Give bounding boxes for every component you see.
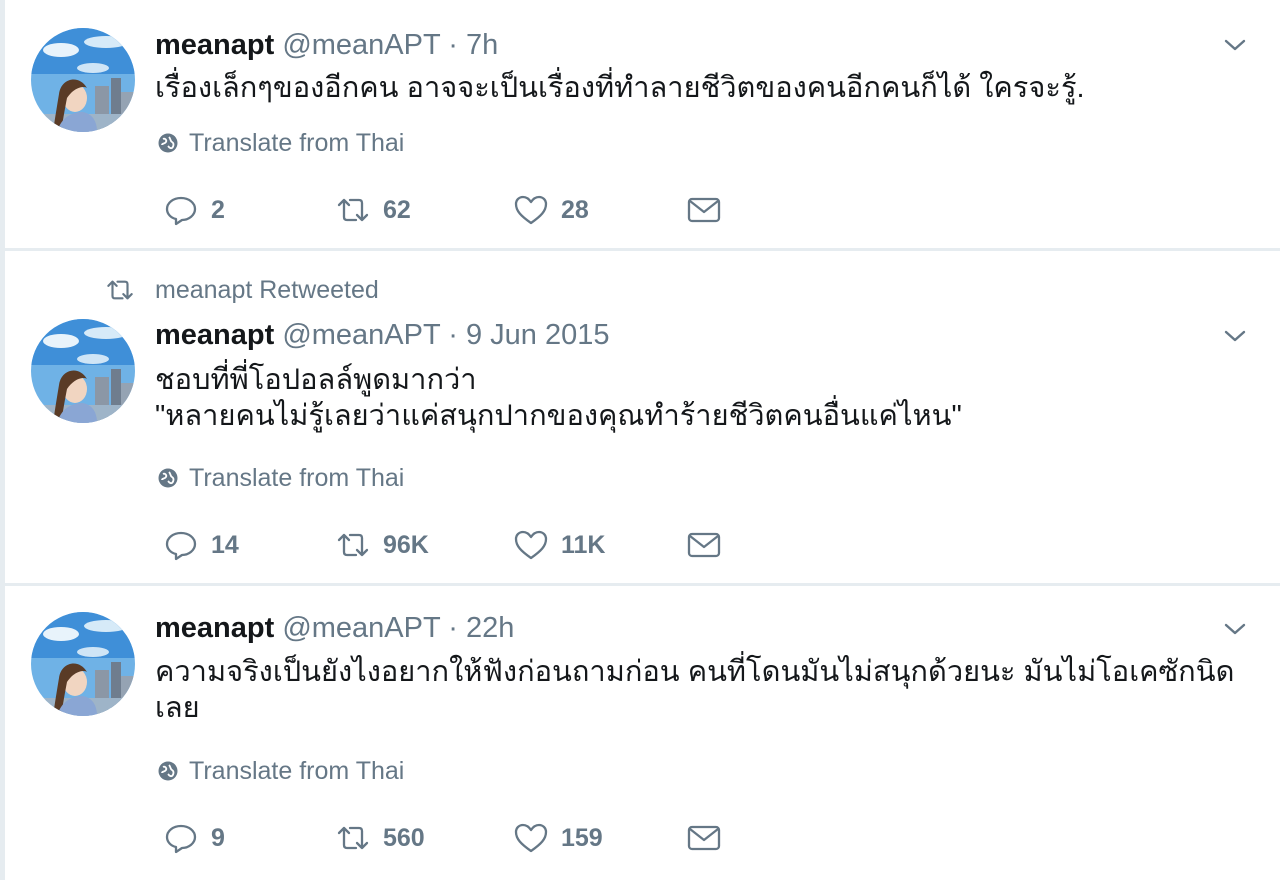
heart-icon: [514, 823, 548, 853]
translate-link[interactable]: Translate from Thai: [157, 128, 404, 158]
timestamp[interactable]: 7h: [466, 29, 498, 61]
retweet-icon: [337, 533, 369, 557]
chevron-down-icon[interactable]: [1220, 321, 1250, 351]
tweet-text: เรื่องเล็กๆของอีกคน อาจจะเป็นเรื่องที่ทำ…: [155, 72, 1085, 104]
display-name[interactable]: meanapt: [155, 612, 274, 644]
tweet[interactable]: meanapt @meanAPT · 22h ความจริงเป็นยังไง…: [5, 586, 1280, 880]
reply-count: 14: [211, 530, 239, 559]
retweet-button[interactable]: 96K: [335, 527, 429, 563]
reply-count: 9: [211, 823, 225, 852]
tweet-text: ความจริงเป็นยังไงอยากให้ฟังก่อนถามก่อน ค…: [155, 654, 1240, 726]
avatar-image: [31, 612, 135, 716]
tweet-text: ชอบที่พี่โอปอลล์พูดมากว่า "หลายคนไม่รู้เ…: [155, 362, 1240, 434]
reply-count: 2: [211, 195, 225, 224]
translate-link[interactable]: Translate from Thai: [157, 463, 404, 493]
user-handle[interactable]: @meanAPT: [282, 612, 440, 644]
globe-icon: [158, 133, 178, 153]
retweet-context: meanapt Retweeted: [105, 275, 379, 305]
chevron-down-icon[interactable]: [1220, 614, 1250, 644]
reply-button[interactable]: 2: [163, 192, 225, 228]
chevron-down-icon[interactable]: [1220, 30, 1250, 60]
retweet-icon: [337, 826, 369, 850]
tweet[interactable]: meanapt @meanAPT · 7h เรื่องเล็กๆของอีกค…: [5, 0, 1280, 248]
heart-icon: [514, 195, 548, 225]
reply-icon: [165, 531, 197, 561]
like-count: 28: [561, 195, 589, 224]
tweet-header: meanapt @meanAPT · 9 Jun 2015: [155, 318, 610, 352]
like-count: 11K: [561, 530, 606, 559]
retweet-count: 96K: [383, 530, 429, 559]
separator: ·: [448, 319, 458, 351]
display-name[interactable]: meanapt: [155, 29, 274, 61]
display-name[interactable]: meanapt: [155, 319, 274, 351]
tweet[interactable]: meanapt Retweeted meanapt @meanAPT · 9 J…: [5, 251, 1280, 583]
translate-label: Translate from Thai: [189, 464, 405, 492]
avatar[interactable]: [31, 612, 135, 716]
like-count: 159: [561, 823, 603, 852]
translate-link[interactable]: Translate from Thai: [157, 756, 404, 786]
globe-icon: [158, 761, 178, 781]
avatar[interactable]: [31, 28, 135, 132]
retweet-icon: [107, 280, 133, 300]
like-button[interactable]: 28: [513, 192, 589, 228]
translate-label: Translate from Thai: [189, 129, 405, 157]
tweet-text-line: ชอบที่พี่โอปอลล์พูดมากว่า: [155, 364, 477, 396]
like-button[interactable]: 11K: [513, 527, 605, 563]
user-handle[interactable]: @meanAPT: [282, 319, 440, 351]
envelope-icon: [687, 532, 721, 558]
tweet-text-line: ความจริงเป็นยังไงอยากให้ฟังก่อนถามก่อน ค…: [155, 656, 1235, 688]
retweet-icon: [337, 198, 369, 222]
avatar-image: [31, 28, 135, 132]
tweet-text-line: เลย: [155, 692, 200, 724]
timestamp[interactable]: 22h: [466, 612, 514, 644]
retweet-context-label[interactable]: meanapt Retweeted: [155, 276, 379, 305]
timestamp[interactable]: 9 Jun 2015: [466, 319, 610, 351]
timeline: meanapt @meanAPT · 7h เรื่องเล็กๆของอีกค…: [5, 0, 1280, 880]
retweet-count: 560: [383, 823, 425, 852]
avatar[interactable]: [31, 319, 135, 423]
direct-message-button[interactable]: [686, 527, 722, 563]
envelope-icon: [687, 825, 721, 851]
direct-message-button[interactable]: [686, 192, 722, 228]
retweet-button[interactable]: 560: [335, 820, 425, 856]
user-handle[interactable]: @meanAPT: [282, 29, 440, 61]
like-button[interactable]: 159: [513, 820, 603, 856]
globe-icon: [158, 468, 178, 488]
translate-label: Translate from Thai: [189, 757, 405, 785]
tweet-text-line: "หลายคนไม่รู้เลยว่าแค่สนุกปากของคุณทำร้า…: [155, 400, 962, 432]
heart-icon: [514, 530, 548, 560]
reply-icon: [165, 824, 197, 854]
reply-button[interactable]: 14: [163, 527, 239, 563]
tweet-header: meanapt @meanAPT · 22h: [155, 611, 514, 645]
avatar-image: [31, 319, 135, 423]
separator: ·: [448, 29, 458, 61]
reply-icon: [165, 196, 197, 226]
tweet-header: meanapt @meanAPT · 7h: [155, 28, 498, 62]
direct-message-button[interactable]: [686, 820, 722, 856]
separator: ·: [448, 612, 458, 644]
envelope-icon: [687, 197, 721, 223]
reply-button[interactable]: 9: [163, 820, 225, 856]
retweet-button[interactable]: 62: [335, 192, 411, 228]
retweet-count: 62: [383, 195, 411, 224]
